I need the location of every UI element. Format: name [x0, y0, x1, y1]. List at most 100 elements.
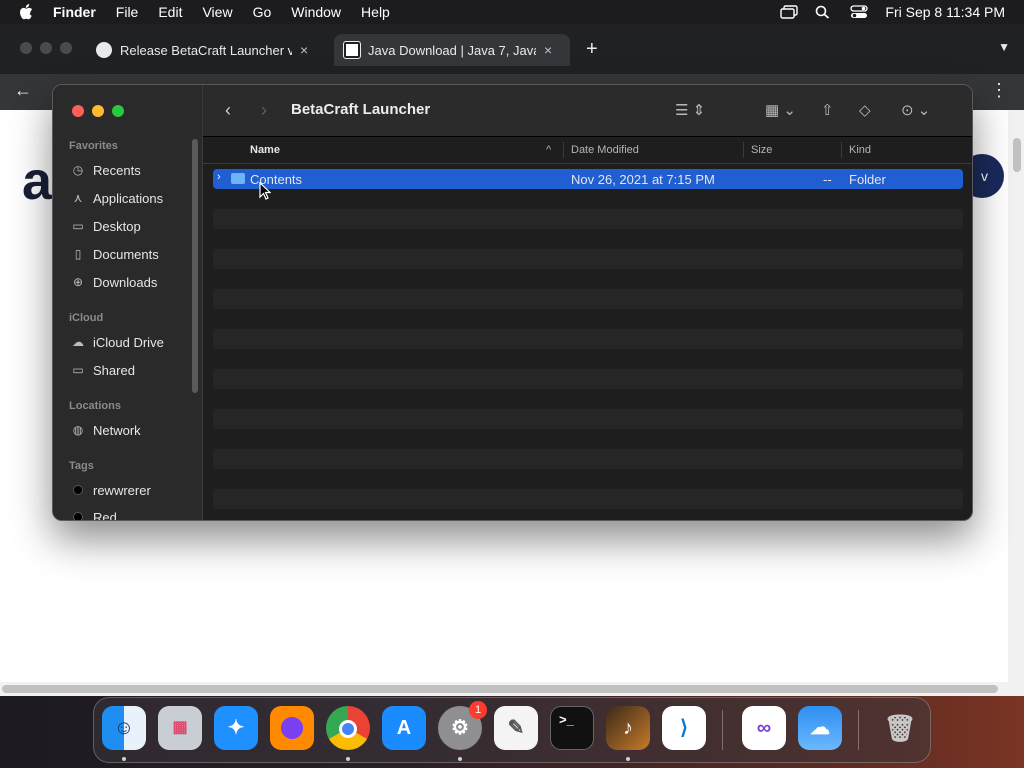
sidebar-item-label: Documents — [93, 246, 159, 262]
dock-vscode[interactable]: ⟩ — [662, 706, 706, 750]
browser-zoom-dot[interactable] — [60, 42, 72, 54]
empty-row — [213, 469, 963, 489]
browser-tab-github[interactable]: Release BetaCraft Launcher v1 × — [96, 34, 308, 66]
dock-safari[interactable]: ✦ — [214, 706, 258, 750]
menu-file[interactable]: File — [116, 4, 139, 20]
column-divider — [743, 142, 744, 158]
dock-garageband[interactable]: ♪ — [606, 706, 650, 750]
running-indicator — [346, 757, 350, 761]
menu-help[interactable]: Help — [361, 4, 390, 20]
empty-row — [213, 209, 963, 229]
dock-textedit[interactable]: ✎ — [494, 706, 538, 750]
dock-visual-studio[interactable]: ∞ — [742, 706, 786, 750]
row-name: Contents — [250, 172, 303, 187]
empty-row — [213, 429, 963, 449]
dock-finder[interactable]: ☺ — [102, 706, 146, 750]
list-view-icon[interactable]: ☰ ⇕ — [675, 101, 705, 119]
dock-weather[interactable]: ☁ — [798, 706, 842, 750]
menu-view[interactable]: View — [202, 4, 232, 20]
tag-icon[interactable]: ◇ — [859, 101, 871, 119]
browser-minimize-dot[interactable] — [40, 42, 52, 54]
share-icon[interactable]: ⇧ — [821, 101, 834, 119]
tab-close-icon[interactable]: × — [544, 42, 552, 58]
empty-row — [213, 229, 963, 249]
close-window-button[interactable] — [72, 105, 84, 117]
window-title: BetaCraft Launcher — [291, 101, 431, 118]
tab-close-icon[interactable]: × — [300, 42, 308, 58]
menu-window[interactable]: Window — [291, 4, 341, 20]
dock-system-settings[interactable]: ⚙ 1 — [438, 701, 487, 750]
dock: ☺ ▦ ✦ A ⚙ 1 ✎ >_ ♪ ⟩ ∞ ☁ 🗑 — [93, 697, 931, 763]
dock-terminal[interactable]: >_ — [550, 706, 594, 750]
empty-row — [213, 389, 963, 409]
column-kind-header[interactable]: Kind — [849, 144, 871, 156]
empty-row — [213, 309, 963, 329]
browser-menu-icon[interactable]: ⋮ — [990, 80, 1008, 101]
page-horizontal-scrollbar[interactable] — [0, 682, 1008, 696]
dock-firefox[interactable] — [270, 706, 314, 750]
forward-chevron-icon[interactable]: › — [261, 100, 267, 121]
finder-sidebar: Favorites ◷ Recents ⋏ Applications ▭ Des… — [53, 85, 203, 520]
column-size-header[interactable]: Size — [751, 144, 772, 156]
browser-tab-bar: Release BetaCraft Launcher v1 × Java Dow… — [0, 24, 1024, 74]
sidebar-section-tags: Tags — [69, 460, 94, 472]
new-tab-button[interactable]: + — [586, 38, 598, 61]
sidebar-item-recents[interactable]: ◷ Recents — [71, 160, 141, 180]
page-vertical-scrollbar[interactable] — [1008, 110, 1024, 696]
menu-app-name[interactable]: Finder — [53, 4, 96, 20]
sidebar-item-label: Desktop — [93, 218, 141, 234]
column-name-header[interactable]: Name — [250, 144, 280, 156]
dock-app-store[interactable]: A — [382, 706, 426, 750]
finder-window: Favorites ◷ Recents ⋏ Applications ▭ Des… — [52, 84, 973, 521]
zoom-window-button[interactable] — [112, 105, 124, 117]
sidebar-item-label: Downloads — [93, 274, 158, 290]
screen-mirroring-icon[interactable] — [780, 5, 799, 19]
apple-menu-icon[interactable] — [19, 4, 35, 20]
empty-row — [213, 189, 963, 209]
tab-search-chevron-icon[interactable]: ▼ — [998, 40, 1010, 54]
sidebar-item-network[interactable]: ◍ Network — [71, 420, 141, 440]
applications-icon: ⋏ — [73, 191, 83, 205]
clock-icon: ◷ — [72, 163, 84, 177]
safari-compass-icon: ✦ — [227, 717, 245, 739]
spotlight-search-icon[interactable] — [815, 5, 833, 19]
more-actions-icon[interactable]: ⊙ ⌄ — [901, 101, 930, 119]
weather-cloud-icon: ☁ — [810, 717, 830, 739]
sidebar-item-tag-rewwrerer[interactable]: rewwrerer — [71, 480, 151, 500]
disclosure-triangle-icon[interactable]: › — [217, 171, 221, 183]
running-indicator — [458, 757, 462, 761]
menu-go[interactable]: Go — [253, 4, 272, 20]
menu-edit[interactable]: Edit — [158, 4, 182, 20]
sidebar-item-applications[interactable]: ⋏ Applications — [71, 188, 164, 208]
browser-close-dot[interactable] — [20, 42, 32, 54]
sidebar-item-tag-red[interactable]: Red — [71, 507, 117, 520]
minimize-window-button[interactable] — [92, 105, 104, 117]
sidebar-item-shared[interactable]: ▭ Shared — [71, 360, 135, 380]
sidebar-scrollbar[interactable] — [192, 139, 198, 393]
cloud-icon: ☁ — [72, 335, 84, 349]
dock-trash[interactable]: 🗑 — [878, 706, 922, 750]
sidebar-item-documents[interactable]: ▯ Documents — [71, 244, 159, 264]
browser-tab-java[interactable]: Java Download | Java 7, Java 8 × — [334, 34, 570, 66]
back-chevron-icon[interactable]: ‹ — [225, 100, 231, 121]
dock-chrome[interactable] — [326, 706, 370, 750]
menu-bar: Finder File Edit View Go Window Help Fri… — [0, 0, 1024, 24]
sidebar-item-label: iCloud Drive — [93, 334, 164, 350]
sort-ascending-icon[interactable]: ^ — [546, 144, 551, 156]
control-center-icon[interactable] — [850, 5, 869, 19]
sidebar-item-desktop[interactable]: ▭ Desktop — [71, 216, 141, 236]
menubar-clock[interactable]: Fri Sep 8 11:34 PM — [885, 4, 1005, 20]
sidebar-item-downloads[interactable]: ⊕ Downloads — [71, 272, 157, 292]
empty-row — [213, 449, 963, 469]
dock-launchpad[interactable]: ▦ — [158, 706, 202, 750]
browser-back-icon[interactable]: ← — [14, 80, 32, 101]
table-row[interactable]: › Contents Nov 26, 2021 at 7:15 PM -- Fo… — [213, 169, 963, 189]
file-list: › Contents Nov 26, 2021 at 7:15 PM -- Fo… — [213, 169, 963, 509]
column-date-header[interactable]: Date Modified — [571, 144, 639, 156]
group-view-icon[interactable]: ▦ ⌄ — [765, 101, 796, 119]
sidebar-item-icloud-drive[interactable]: ☁ iCloud Drive — [71, 332, 164, 352]
trash-icon: 🗑 — [883, 713, 917, 743]
chrome-icon — [326, 706, 370, 750]
sidebar-section-locations: Locations — [69, 400, 121, 412]
running-indicator — [626, 757, 630, 761]
